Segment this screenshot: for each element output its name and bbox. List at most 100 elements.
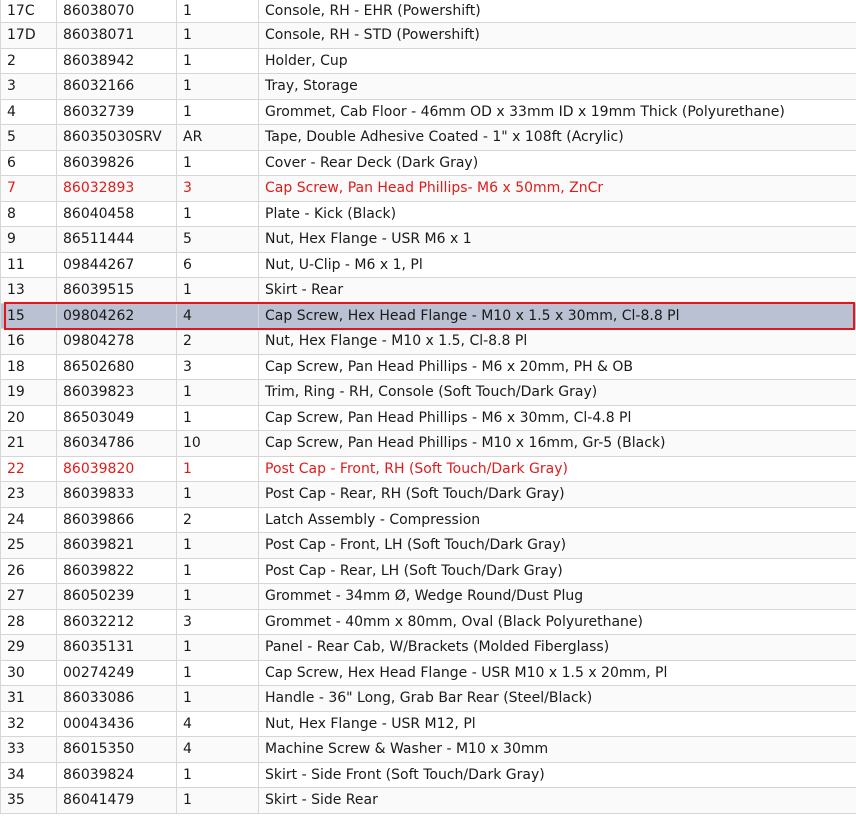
quantity-cell: 1 bbox=[176, 405, 259, 431]
part-number-cell: 86039822 bbox=[56, 558, 177, 584]
ref-number-cell: 6 bbox=[0, 150, 57, 176]
part-number-cell: 86039826 bbox=[56, 150, 177, 176]
part-number-cell: 86038942 bbox=[56, 48, 177, 74]
quantity-cell: 2 bbox=[176, 328, 259, 355]
description-cell: Trim, Ring - RH, Console (Soft Touch/Dar… bbox=[258, 379, 856, 406]
quantity-cell: AR bbox=[176, 124, 259, 151]
description-cell: Skirt - Side Rear bbox=[258, 787, 856, 814]
ref-number-cell: 17C bbox=[0, 0, 57, 23]
table-row[interactable]: 34 86039824 1 Skirt - Side Front (Soft Touc… bbox=[0, 762, 856, 788]
quantity-cell: 1 bbox=[176, 201, 259, 227]
description-cell: Cap Screw, Pan Head Phillips - M10 x 16m… bbox=[258, 430, 856, 457]
table-row[interactable]: 20 86503049 1 Cap Screw, Pan Head Phillips … bbox=[0, 405, 856, 431]
table-row[interactable]: 6 86039826 1 Cover - Rear Deck (Dark Gray) bbox=[0, 150, 856, 176]
table-row[interactable]: 13 86039515 1 Skirt - Rear bbox=[0, 277, 856, 304]
part-number-cell: 09844267 bbox=[56, 252, 177, 278]
table-row[interactable]: 8 86040458 1 Plate - Kick (Black) bbox=[0, 201, 856, 227]
quantity-cell: 5 bbox=[176, 226, 259, 253]
description-cell: Nut, Hex Flange - USR M12, Pl bbox=[258, 711, 856, 737]
table-row[interactable]: 24 86039866 2 Latch Assembly - Compression bbox=[0, 507, 856, 533]
parts-list-body: 17C 86038070 1 Console, RH - EHR (Powershif… bbox=[0, 0, 856, 814]
part-number-cell: 86503049 bbox=[56, 405, 177, 431]
description-cell: Skirt - Side Front (Soft Touch/Dark Gray… bbox=[258, 762, 856, 788]
table-row[interactable]: 18 86502680 3 Cap Screw, Pan Head Phillips … bbox=[0, 354, 856, 380]
ref-number-cell: 16 bbox=[0, 328, 57, 355]
part-number-cell: 86033086 bbox=[56, 685, 177, 712]
ref-number-cell: 7 bbox=[0, 175, 57, 202]
table-row[interactable]: 11 09844267 6 Nut, U-Clip - M6 x 1, Pl bbox=[0, 252, 856, 278]
part-number-cell: 86041479 bbox=[56, 787, 177, 814]
quantity-cell: 1 bbox=[176, 787, 259, 814]
description-cell: Handle - 36" Long, Grab Bar Rear (Steel/… bbox=[258, 685, 856, 712]
quantity-cell: 4 bbox=[176, 303, 259, 329]
ref-number-cell: 27 bbox=[0, 583, 57, 610]
ref-number-cell: 23 bbox=[0, 481, 57, 508]
table-row[interactable]: 25 86039821 1 Post Cap - Front, LH (Soft To… bbox=[0, 532, 856, 559]
table-row[interactable]: 16 09804278 2 Nut, Hex Flange - M10 x 1.5, … bbox=[0, 328, 856, 355]
table-row[interactable]: 35 86041479 1 Skirt - Side Rear bbox=[0, 787, 856, 814]
table-row[interactable]: 30 00274249 1 Cap Screw, Hex Head Flange - … bbox=[0, 660, 856, 686]
description-cell: Cap Screw, Pan Head Phillips- M6 x 50mm,… bbox=[258, 175, 856, 202]
description-cell: Console, RH - EHR (Powershift) bbox=[258, 0, 856, 23]
table-row[interactable]: 26 86039822 1 Post Cap - Rear, LH (Soft Tou… bbox=[0, 558, 856, 584]
table-row[interactable]: 31 86033086 1 Handle - 36" Long, Grab Bar R… bbox=[0, 685, 856, 712]
table-row[interactable]: 4 86032739 1 Grommet, Cab Floor - 46mm OD x… bbox=[0, 99, 856, 125]
description-cell: Nut, Hex Flange - M10 x 1.5, Cl-8.8 Pl bbox=[258, 328, 856, 355]
table-row[interactable]: 9 86511444 5 Nut, Hex Flange - USR M6 x 1 bbox=[0, 226, 856, 253]
quantity-cell: 10 bbox=[176, 430, 259, 457]
table-row[interactable]: 19 86039823 1 Trim, Ring - RH, Console (Sof… bbox=[0, 379, 856, 406]
quantity-cell: 1 bbox=[176, 277, 259, 304]
table-row[interactable]: 28 86032212 3 Grommet - 40mm x 80mm, Oval (… bbox=[0, 609, 856, 635]
part-number-cell: 00043436 bbox=[56, 711, 177, 737]
quantity-cell: 1 bbox=[176, 583, 259, 610]
description-cell: Cap Screw, Hex Head Flange - M10 x 1.5 x… bbox=[258, 303, 856, 329]
table-row[interactable]: 23 86039833 1 Post Cap - Rear, RH (Soft Tou… bbox=[0, 481, 856, 508]
part-number-cell: 86039821 bbox=[56, 532, 177, 559]
ref-number-cell: 25 bbox=[0, 532, 57, 559]
quantity-cell: 1 bbox=[176, 634, 259, 661]
ref-number-cell: 31 bbox=[0, 685, 57, 712]
part-number-cell: 86039820 bbox=[56, 456, 177, 482]
table-row[interactable]: 2 86038942 1 Holder, Cup bbox=[0, 48, 856, 74]
table-row[interactable]: 5 86035030SRV AR Tape, Double Adhesive Coat… bbox=[0, 124, 856, 151]
ref-number-cell: 29 bbox=[0, 634, 57, 661]
part-number-cell: 86035131 bbox=[56, 634, 177, 661]
part-number-cell: 86050239 bbox=[56, 583, 177, 610]
table-row[interactable]: 17C 86038070 1 Console, RH - EHR (Powershif… bbox=[0, 0, 856, 23]
table-row[interactable]: 33 86015350 4 Machine Screw & Washer - M10 … bbox=[0, 736, 856, 763]
table-row-selected[interactable]: 15 09804262 4 Cap Screw, Hex Head Flange - … bbox=[0, 303, 856, 329]
part-number-cell: 86040458 bbox=[56, 201, 177, 227]
part-number-cell: 86015350 bbox=[56, 736, 177, 763]
table-row[interactable]: 27 86050239 1 Grommet - 34mm Ø, Wedge Round… bbox=[0, 583, 856, 610]
description-cell: Cap Screw, Pan Head Phillips - M6 x 20mm… bbox=[258, 354, 856, 380]
quantity-cell: 4 bbox=[176, 736, 259, 763]
quantity-cell: 1 bbox=[176, 48, 259, 74]
quantity-cell: 1 bbox=[176, 73, 259, 100]
quantity-cell: 1 bbox=[176, 0, 259, 23]
description-cell: Tray, Storage bbox=[258, 73, 856, 100]
ref-number-cell: 19 bbox=[0, 379, 57, 406]
part-number-cell: 86039824 bbox=[56, 762, 177, 788]
ref-number-cell: 20 bbox=[0, 405, 57, 431]
ref-number-cell: 28 bbox=[0, 609, 57, 635]
description-cell: Post Cap - Front, RH (Soft Touch/Dark Gr… bbox=[258, 456, 856, 482]
table-row[interactable]: 29 86035131 1 Panel - Rear Cab, W/Brackets … bbox=[0, 634, 856, 661]
quantity-cell: 1 bbox=[176, 99, 259, 125]
table-row[interactable]: 3 86032166 1 Tray, Storage bbox=[0, 73, 856, 100]
ref-number-cell: 26 bbox=[0, 558, 57, 584]
description-cell: Post Cap - Rear, RH (Soft Touch/Dark Gra… bbox=[258, 481, 856, 508]
table-row[interactable]: 17D 86038071 1 Console, RH - STD (Powershif… bbox=[0, 22, 856, 49]
table-row[interactable]: 7 86032893 3 Cap Screw, Pan Head Phillips- … bbox=[0, 175, 856, 202]
ref-number-cell: 21 bbox=[0, 430, 57, 457]
part-number-cell: 86039515 bbox=[56, 277, 177, 304]
table-row[interactable]: 22 86039820 1 Post Cap - Front, RH (Soft To… bbox=[0, 456, 856, 482]
quantity-cell: 1 bbox=[176, 150, 259, 176]
table-row[interactable]: 32 00043436 4 Nut, Hex Flange - USR M12, Pl bbox=[0, 711, 856, 737]
quantity-cell: 1 bbox=[176, 558, 259, 584]
part-number-cell: 00274249 bbox=[56, 660, 177, 686]
table-row[interactable]: 21 86034786 10 Cap Screw, Pan Head Phillips… bbox=[0, 430, 856, 457]
quantity-cell: 4 bbox=[176, 711, 259, 737]
quantity-cell: 1 bbox=[176, 762, 259, 788]
quantity-cell: 1 bbox=[176, 379, 259, 406]
ref-number-cell: 13 bbox=[0, 277, 57, 304]
